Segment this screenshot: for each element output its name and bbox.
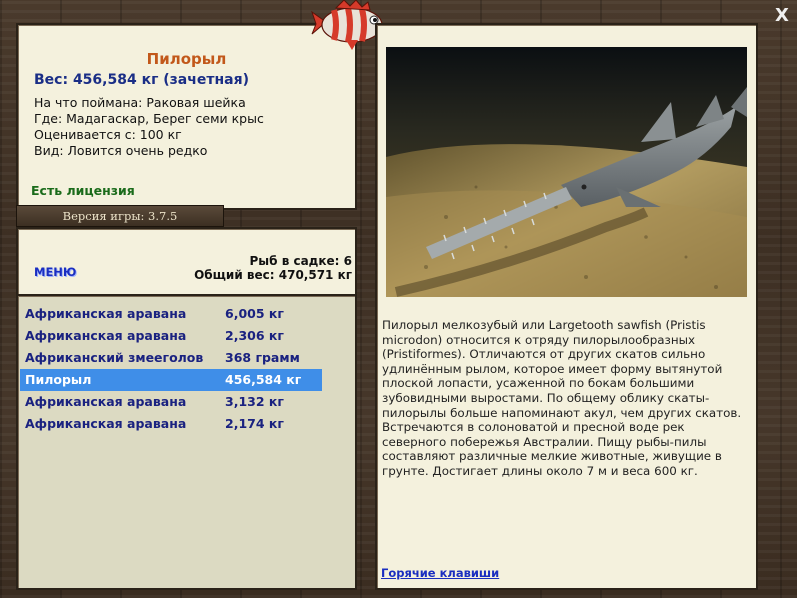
close-button[interactable]: X	[772, 6, 792, 26]
license-status: Есть лицензия	[31, 183, 135, 198]
hotkeys-link[interactable]: Горячие клавиши	[381, 566, 499, 580]
fish-list-row-name: Африканский змееголов	[25, 350, 204, 365]
fish-list-row-weight: 456,584 кг	[225, 372, 302, 387]
fish-name-title: Пилорыл	[146, 50, 227, 68]
fish-details: На что поймана: Раковая шейка Где: Мадаг…	[34, 95, 264, 159]
fish-list-row-weight: 6,005 кг	[225, 306, 284, 321]
fish-list-row-name: Африканская аравана	[25, 328, 187, 343]
cage-stats: Рыб в садке: 6 Общий вес: 470,571 кг	[194, 254, 352, 282]
fish-list-row-name: Африканская аравана	[25, 394, 187, 409]
fish-list-row-name: Пилорыл	[25, 372, 92, 387]
fish-list-row[interactable]: Пилорыл 456,584 кг	[20, 369, 322, 391]
fish-list-row-name: Африканская аравана	[25, 306, 187, 321]
menu-panel: МЕНЮ Рыб в садке: 6 Общий вес: 470,571 к…	[16, 227, 357, 297]
sawfish-photo	[386, 47, 747, 297]
fish-description-panel: Пилорыл мелкозубый или Largetooth sawfis…	[375, 23, 758, 590]
fish-list-row[interactable]: Африканская аравана 3,132 кг	[20, 391, 322, 413]
kind-text: Вид: Ловится очень редко	[34, 143, 208, 158]
fish-list-row[interactable]: Африканский змееголов 368 грамм	[20, 347, 322, 369]
fish-description: Пилорыл мелкозубый или Largetooth sawfis…	[382, 318, 742, 478]
close-icon: X	[775, 5, 789, 26]
caught-on-text: На что поймана: Раковая шейка	[34, 95, 246, 110]
fish-list-row[interactable]: Африканская аравана 2,306 кг	[20, 325, 322, 347]
fish-list-row[interactable]: Африканская аравана 6,005 кг	[20, 303, 322, 325]
value-text: Оценивается с: 100 кг	[34, 127, 182, 142]
fish-list-row-weight: 2,174 кг	[225, 416, 284, 431]
fish-list-row-name: Африканская аравана	[25, 416, 187, 431]
fish-list: Африканская аравана 6,005 кг Африканская а…	[20, 303, 322, 435]
cage-count: Рыб в садке: 6	[249, 254, 353, 268]
menu-button[interactable]: МЕНЮ	[34, 265, 76, 279]
cage-total-weight: Общий вес: 470,571 кг	[194, 268, 352, 282]
fish-list-row-weight: 3,132 кг	[225, 394, 284, 409]
location-text: Где: Мадагаскар, Берег семи крыс	[34, 111, 264, 126]
game-version-bar: Версия игры: 3.7.5	[16, 205, 224, 227]
fish-weight: Вес: 456,584 кг (зачетная)	[34, 72, 249, 88]
fish-list-row[interactable]: Африканская аравана 2,174 кг	[20, 413, 322, 435]
fish-list-row-weight: 368 грамм	[225, 350, 300, 365]
fish-info-panel: Пилорыл Вес: 456,584 кг (зачетная) На чт…	[16, 23, 357, 210]
fish-list-panel: Африканская аравана 6,005 кг Африканская а…	[16, 294, 357, 590]
fish-list-row-weight: 2,306 кг	[225, 328, 284, 343]
